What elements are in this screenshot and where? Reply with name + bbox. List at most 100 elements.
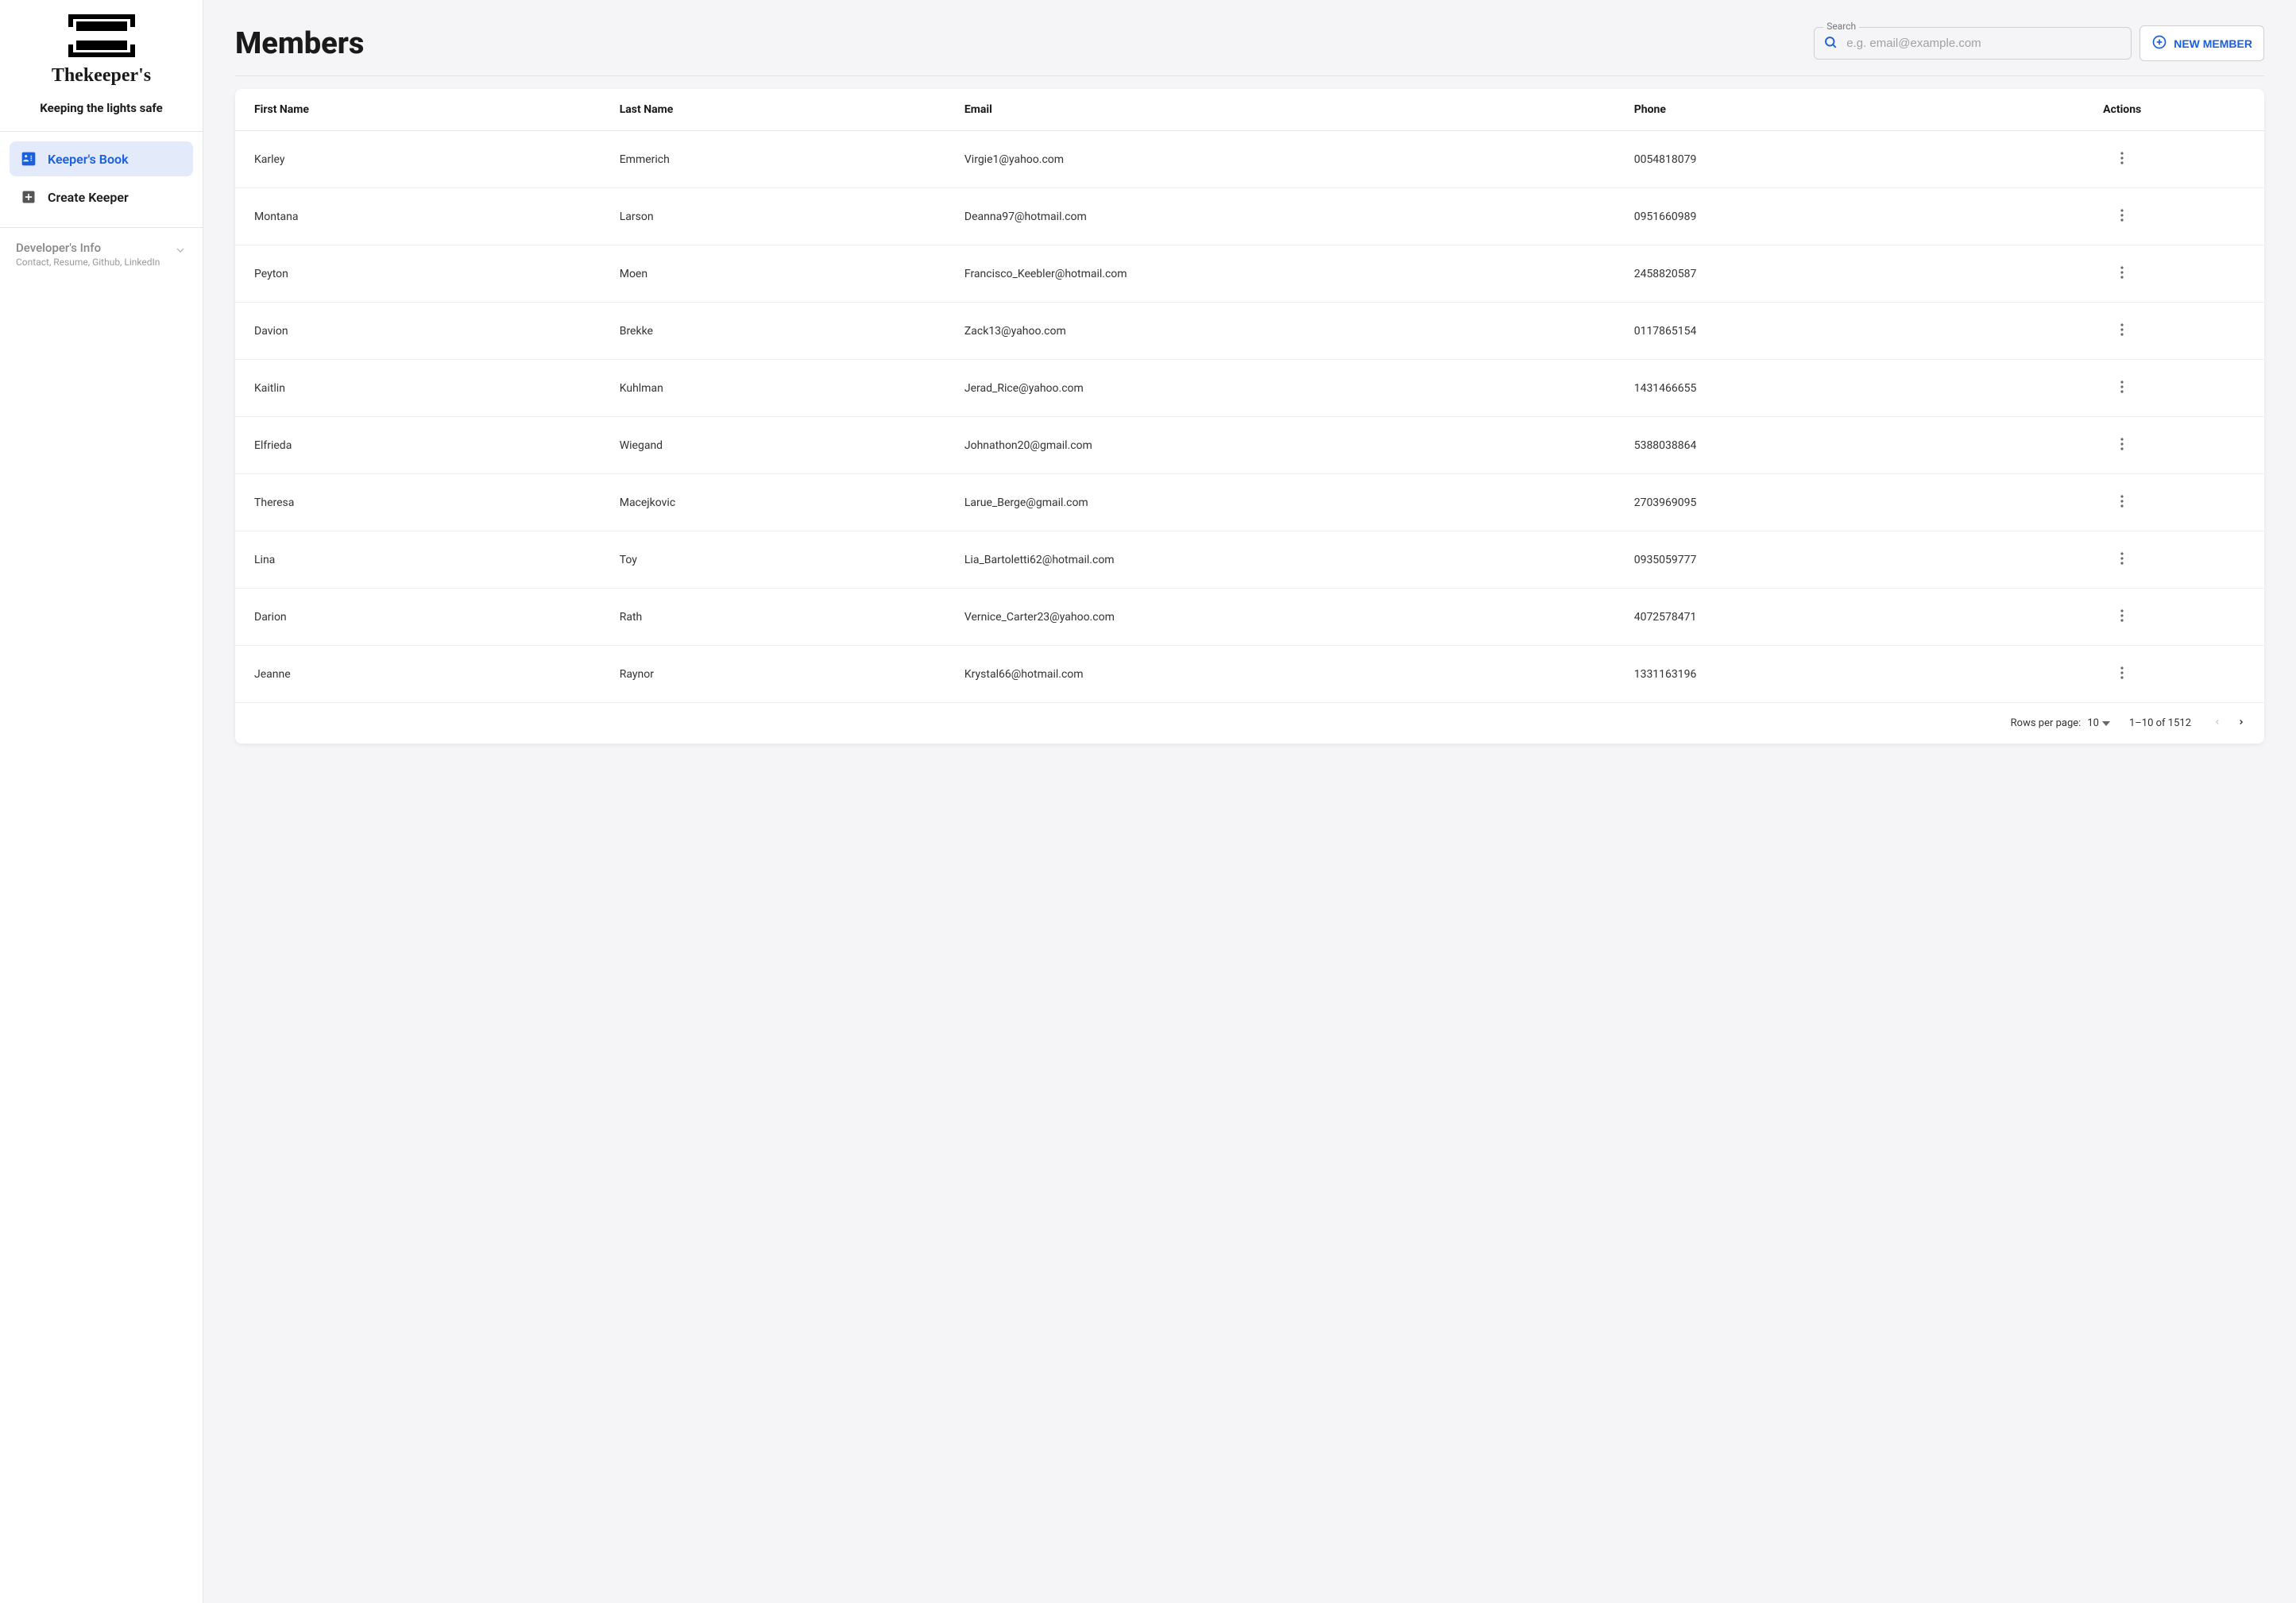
cell-first-name: Lina: [235, 531, 601, 589]
table-row: Elfrieda Wiegand Johnathon20@gmail.com 5…: [235, 417, 2264, 474]
cell-email: Vernice_Carter23@yahoo.com: [945, 589, 1615, 646]
cell-email: Larue_Berge@gmail.com: [945, 474, 1615, 531]
page-title: Members: [235, 26, 364, 61]
contacts-icon: [21, 151, 37, 167]
cell-email: Johnathon20@gmail.com: [945, 417, 1615, 474]
more-vert-icon: [2120, 209, 2124, 222]
search-input[interactable]: [1814, 27, 2132, 60]
cell-first-name: Kaitlin: [235, 360, 601, 417]
more-vert-icon: [2120, 666, 2124, 679]
cell-email: Krystal66@hotmail.com: [945, 646, 1615, 703]
table-row: Kaitlin Kuhlman Jerad_Rice@yahoo.com 143…: [235, 360, 2264, 417]
table-row: Montana Larson Deanna97@hotmail.com 0951…: [235, 188, 2264, 245]
rows-per-page-select[interactable]: 10: [2087, 717, 2110, 729]
cell-first-name: Darion: [235, 589, 601, 646]
members-table-card: First Name Last Name Email Phone Actions…: [235, 89, 2264, 744]
prev-page-button[interactable]: [2210, 713, 2224, 734]
more-vert-icon: [2120, 323, 2124, 336]
more-vert-icon: [2120, 438, 2124, 450]
sidebar-item-label: Keeper's Book: [48, 152, 129, 167]
table-row: Jeanne Raynor Krystal66@hotmail.com 1331…: [235, 646, 2264, 703]
chevron-right-icon: [2237, 716, 2245, 728]
row-actions-button[interactable]: [2114, 606, 2130, 628]
row-actions-button[interactable]: [2114, 663, 2130, 685]
cell-phone: 4072578471: [1615, 589, 1981, 646]
cell-phone: 0117865154: [1615, 303, 1981, 360]
new-member-label: NEW MEMBER: [2174, 37, 2252, 50]
cell-first-name: Theresa: [235, 474, 601, 531]
table-header-email: Email: [945, 89, 1615, 131]
cell-last-name: Wiegand: [601, 417, 945, 474]
cell-first-name: Davion: [235, 303, 601, 360]
plus-square-icon: [21, 189, 37, 205]
table-header-actions: Actions: [1980, 89, 2264, 131]
cell-phone: 0935059777: [1615, 531, 1981, 589]
row-actions-button[interactable]: [2114, 149, 2130, 170]
cell-last-name: Moen: [601, 245, 945, 303]
main-content: Members Search: [203, 0, 2296, 1603]
row-actions-button[interactable]: [2114, 492, 2130, 513]
next-page-button[interactable]: [2234, 713, 2248, 734]
row-actions-button[interactable]: [2114, 263, 2130, 284]
cell-email: Zack13@yahoo.com: [945, 303, 1615, 360]
dev-info-subtitle: Contact, Resume, Github, LinkedIn: [16, 257, 174, 268]
table-header-last-name: Last Name: [601, 89, 945, 131]
cell-email: Lia_Bartoletti62@hotmail.com: [945, 531, 1615, 589]
sidebar: Thekeeper's Keeping the lights safe Keep…: [0, 0, 203, 1603]
cell-last-name: Brekke: [601, 303, 945, 360]
logo-icon: [62, 13, 141, 62]
cell-last-name: Toy: [601, 531, 945, 589]
table-row: Peyton Moen Francisco_Keebler@hotmail.co…: [235, 245, 2264, 303]
sidebar-item-keepers-book[interactable]: Keeper's Book: [10, 141, 193, 176]
chevron-left-icon: [2213, 716, 2221, 728]
new-member-button[interactable]: NEW MEMBER: [2139, 25, 2264, 61]
more-vert-icon: [2120, 552, 2124, 565]
dropdown-arrow-icon: [2102, 721, 2110, 726]
cell-first-name: Karley: [235, 131, 601, 188]
row-actions-button[interactable]: [2114, 549, 2130, 570]
plus-circle-icon: [2151, 34, 2167, 52]
cell-phone: 2703969095: [1615, 474, 1981, 531]
more-vert-icon: [2120, 609, 2124, 622]
rows-per-page-label: Rows per page:: [2011, 717, 2081, 729]
cell-last-name: Raynor: [601, 646, 945, 703]
brand-name: Thekeeper's: [16, 65, 187, 87]
logo-section: Thekeeper's Keeping the lights safe: [0, 0, 203, 132]
row-actions-button[interactable]: [2114, 435, 2130, 456]
nav-section: Keeper's Book Create Keeper: [0, 132, 203, 228]
search-icon: [1823, 35, 1838, 52]
cell-phone: 2458820587: [1615, 245, 1981, 303]
table-row: Lina Toy Lia_Bartoletti62@hotmail.com 09…: [235, 531, 2264, 589]
cell-last-name: Macejkovic: [601, 474, 945, 531]
table-row: Darion Rath Vernice_Carter23@yahoo.com 4…: [235, 589, 2264, 646]
chevron-down-icon: [174, 244, 187, 260]
row-actions-button[interactable]: [2114, 206, 2130, 227]
cell-email: Virgie1@yahoo.com: [945, 131, 1615, 188]
cell-last-name: Emmerich: [601, 131, 945, 188]
cell-phone: 1331163196: [1615, 646, 1981, 703]
cell-first-name: Montana: [235, 188, 601, 245]
table-header-first-name: First Name: [235, 89, 601, 131]
developer-info-section[interactable]: Developer's Info Contact, Resume, Github…: [0, 228, 203, 280]
cell-phone: 0951660989: [1615, 188, 1981, 245]
cell-email: Deanna97@hotmail.com: [945, 188, 1615, 245]
sidebar-item-create-keeper[interactable]: Create Keeper: [10, 180, 193, 214]
row-actions-button[interactable]: [2114, 320, 2130, 342]
more-vert-icon: [2120, 266, 2124, 279]
cell-email: Francisco_Keebler@hotmail.com: [945, 245, 1615, 303]
brand-tagline: Keeping the lights safe: [16, 101, 187, 115]
table-row: Davion Brekke Zack13@yahoo.com 011786515…: [235, 303, 2264, 360]
members-table: First Name Last Name Email Phone Actions…: [235, 89, 2264, 702]
table-row: Karley Emmerich Virgie1@yahoo.com 005481…: [235, 131, 2264, 188]
cell-email: Jerad_Rice@yahoo.com: [945, 360, 1615, 417]
rows-per-page-value: 10: [2087, 717, 2099, 729]
cell-first-name: Jeanne: [235, 646, 601, 703]
table-row: Theresa Macejkovic Larue_Berge@gmail.com…: [235, 474, 2264, 531]
row-actions-button[interactable]: [2114, 377, 2130, 399]
more-vert-icon: [2120, 495, 2124, 508]
cell-last-name: Larson: [601, 188, 945, 245]
dev-info-title: Developer's Info: [16, 241, 174, 255]
cell-phone: 5388038864: [1615, 417, 1981, 474]
cell-phone: 1431466655: [1615, 360, 1981, 417]
more-vert-icon: [2120, 152, 2124, 164]
